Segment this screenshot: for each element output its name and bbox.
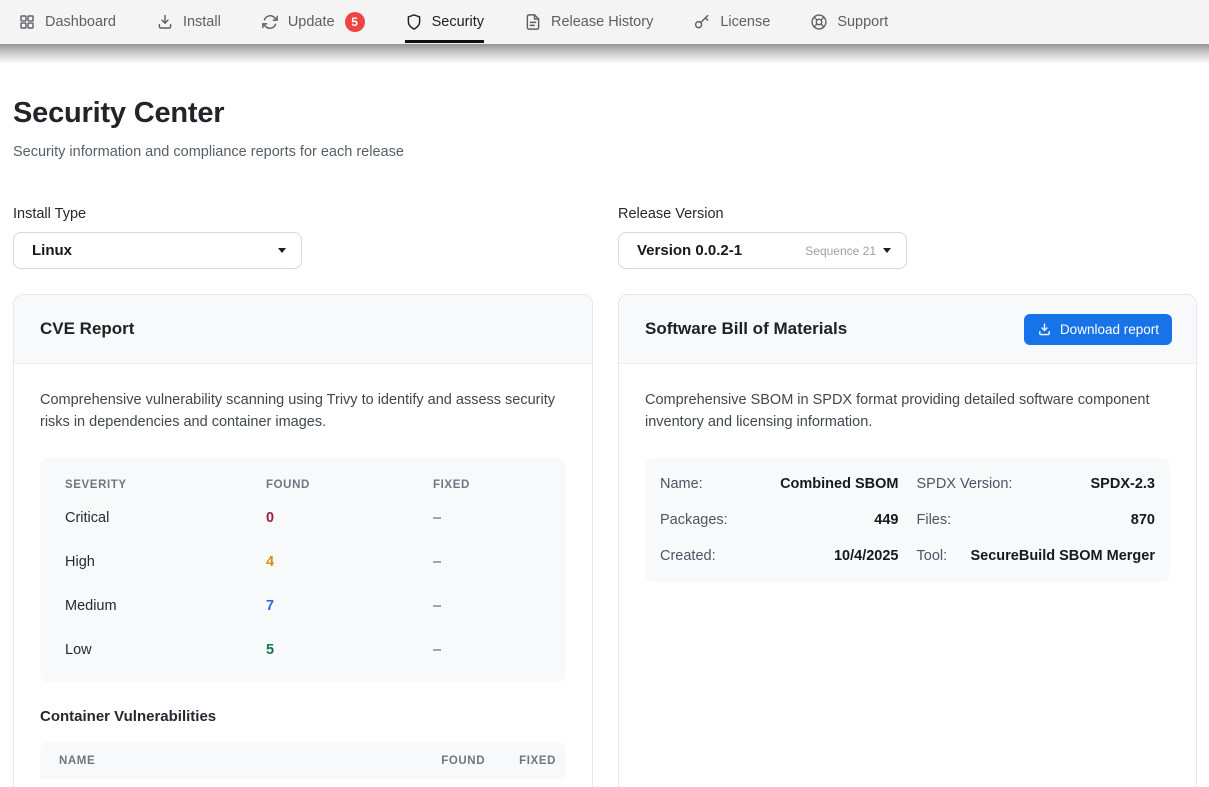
severity-table: SEVERITY FOUND FIXED Critical 0 – High 4	[40, 458, 566, 682]
nav-item-release-history[interactable]: Release History	[524, 0, 653, 44]
nav-item-install[interactable]: Install	[156, 0, 221, 44]
detail-value: SecureBuild SBOM Merger	[970, 548, 1155, 564]
download-icon	[1037, 322, 1052, 337]
nav-label: Support	[837, 14, 888, 30]
cve-report-title: CVE Report	[40, 319, 134, 339]
sbom-details-panel: Name: Combined SBOM SPDX Version: SPDX-2…	[645, 458, 1170, 582]
severity-col-header: SEVERITY	[65, 479, 266, 491]
found-count: 0	[266, 510, 433, 526]
nav-label: License	[720, 14, 770, 30]
detail-value: SPDX-2.3	[1091, 476, 1155, 492]
nav-item-support[interactable]: Support	[810, 0, 888, 44]
severity-name: Medium	[65, 598, 266, 614]
sbom-card: Software Bill of Materials Download repo…	[618, 294, 1197, 787]
detail-value: Combined SBOM	[780, 476, 898, 492]
severity-table-header: SEVERITY FOUND FIXED	[40, 464, 566, 496]
nav-item-update[interactable]: Update 5	[261, 0, 365, 44]
page-title: Security Center	[13, 97, 1196, 130]
table-row: Medium 7 –	[40, 584, 566, 628]
release-version-label: Release Version	[618, 206, 1197, 222]
header-shadow-divider	[0, 44, 1209, 63]
cve-report-body: Comprehensive vulnerability scanning usi…	[14, 364, 592, 787]
found-col-header: FOUND	[266, 479, 433, 491]
found-col-header: FOUND	[441, 755, 485, 767]
detail-label: Packages:	[660, 512, 728, 528]
page-content: Security Center Security information and…	[0, 97, 1209, 787]
nav-item-dashboard[interactable]: Dashboard	[18, 0, 116, 44]
download-report-label: Download report	[1060, 322, 1159, 337]
dashboard-icon	[18, 13, 36, 31]
release-version-select[interactable]: Version 0.0.2-1 Sequence 21	[618, 232, 907, 269]
fixed-col-header: FIXED	[519, 755, 556, 767]
detail-label: Created:	[660, 548, 716, 564]
download-report-button[interactable]: Download report	[1024, 314, 1172, 345]
name-col-header: NAME	[59, 755, 441, 767]
detail-value: 870	[1131, 512, 1155, 528]
top-navigation: Dashboard Install Update 5 Security	[0, 0, 1209, 44]
shield-icon	[405, 13, 423, 31]
sbom-description: Comprehensive SBOM in SPDX format provid…	[645, 390, 1170, 433]
table-row: Low 5 –	[40, 628, 566, 672]
sbom-detail-row: Tool: SecureBuild SBOM Merger	[917, 538, 1156, 574]
download-icon	[156, 13, 174, 31]
fixed-count: –	[433, 642, 566, 658]
nav-label: Security	[432, 14, 484, 30]
sbom-detail-row: Files: 870	[917, 502, 1156, 538]
found-count: 4	[266, 554, 433, 570]
fixed-count: –	[433, 598, 566, 614]
nav-label: Update	[288, 14, 335, 30]
table-row: Critical 0 –	[40, 496, 566, 540]
detail-value: 449	[874, 512, 898, 528]
chevron-down-icon	[883, 248, 891, 253]
sbom-body: Comprehensive SBOM in SPDX format provid…	[619, 364, 1196, 608]
cve-report-header: CVE Report	[14, 295, 592, 364]
nav-item-security[interactable]: Security	[405, 0, 484, 44]
detail-label: Files:	[917, 512, 952, 528]
release-version-filter: Release Version Version 0.0.2-1 Sequence…	[618, 206, 1197, 269]
sbom-detail-row: Created: 10/4/2025	[660, 538, 899, 574]
cve-report-card: CVE Report Comprehensive vulnerability s…	[13, 294, 593, 787]
sbom-header: Software Bill of Materials Download repo…	[619, 295, 1196, 364]
fixed-col-header: FIXED	[433, 479, 566, 491]
update-count-badge: 5	[345, 12, 365, 32]
install-type-label: Install Type	[13, 206, 593, 222]
detail-label: Name:	[660, 476, 703, 492]
security-center-screen: Dashboard Install Update 5 Security	[0, 0, 1209, 787]
sbom-detail-row: Name: Combined SBOM	[660, 466, 899, 502]
lifebuoy-icon	[810, 13, 828, 31]
chevron-down-icon	[278, 248, 286, 253]
install-type-value: Linux	[32, 242, 72, 259]
report-cards-row: CVE Report Comprehensive vulnerability s…	[13, 294, 1196, 787]
nav-label: Install	[183, 14, 221, 30]
container-vulnerabilities-title: Container Vulnerabilities	[40, 708, 566, 725]
sbom-detail-row: Packages: 449	[660, 502, 899, 538]
container-table-header: NAME FOUND FIXED	[40, 742, 566, 779]
sbom-detail-row: SPDX Version: SPDX-2.3	[917, 466, 1156, 502]
table-row: High 4 –	[40, 540, 566, 584]
install-type-filter: Install Type Linux	[13, 206, 593, 269]
detail-value: 10/4/2025	[834, 548, 899, 564]
filters-row: Install Type Linux Release Version Versi…	[13, 206, 1196, 269]
nav-item-license[interactable]: License	[693, 0, 770, 44]
install-type-select[interactable]: Linux	[13, 232, 302, 269]
found-count: 5	[266, 642, 433, 658]
nav-label: Dashboard	[45, 14, 116, 30]
page-subtitle: Security information and compliance repo…	[13, 144, 1196, 160]
cve-report-description: Comprehensive vulnerability scanning usi…	[40, 390, 566, 433]
release-version-value: Version 0.0.2-1	[637, 242, 742, 259]
found-count: 7	[266, 598, 433, 614]
document-icon	[524, 13, 542, 31]
fixed-count: –	[433, 510, 566, 526]
detail-label: Tool:	[917, 548, 948, 564]
release-version-sequence: Sequence 21	[805, 244, 876, 258]
refresh-icon	[261, 13, 279, 31]
key-icon	[693, 13, 711, 31]
fixed-count: –	[433, 554, 566, 570]
detail-label: SPDX Version:	[917, 476, 1013, 492]
nav-label: Release History	[551, 14, 653, 30]
sbom-title: Software Bill of Materials	[645, 319, 847, 339]
severity-name: Critical	[65, 510, 266, 526]
severity-name: High	[65, 554, 266, 570]
severity-name: Low	[65, 642, 266, 658]
